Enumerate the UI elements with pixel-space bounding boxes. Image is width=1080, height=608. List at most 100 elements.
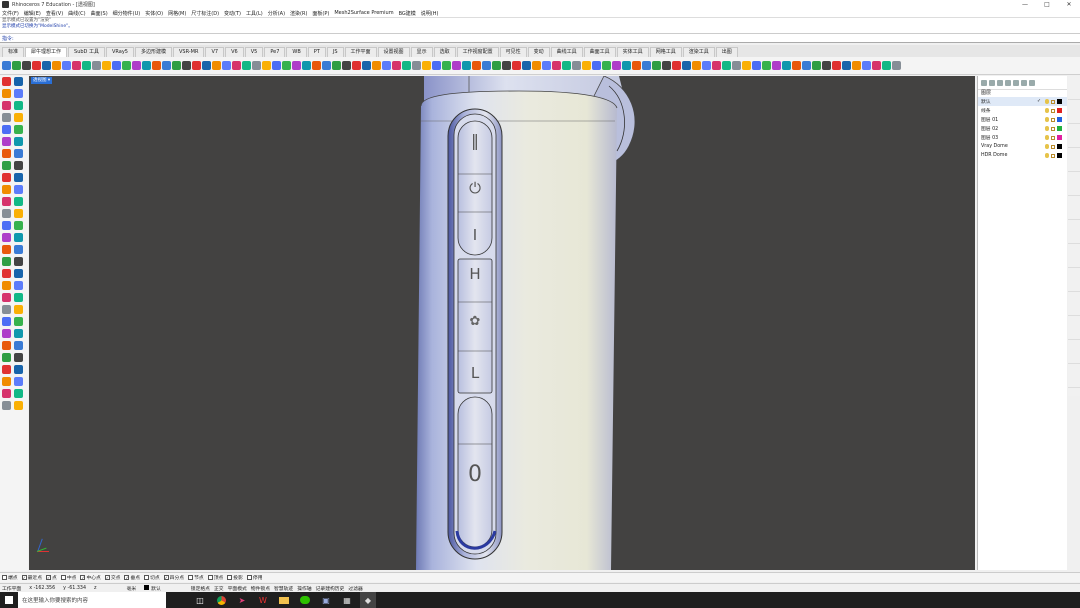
- osnap-checkbox[interactable]: ✓ 交点: [104, 574, 120, 581]
- toolbar-tab[interactable]: V7: [205, 47, 225, 57]
- left-tool-icon[interactable]: [14, 293, 23, 302]
- toolbar-tab[interactable]: 可见性: [499, 47, 527, 57]
- layer-row[interactable]: 默认 ✓: [978, 97, 1067, 106]
- toolbar-tab[interactable]: VSR-MR: [173, 47, 205, 57]
- left-tool-icon[interactable]: [14, 281, 23, 290]
- left-tool-icon[interactable]: [2, 161, 11, 170]
- toolbar-tool-icon[interactable]: [52, 61, 61, 70]
- menu-item[interactable]: 面板(P): [312, 10, 329, 17]
- paper-plane-icon[interactable]: ➤: [234, 592, 250, 608]
- left-tool-icon[interactable]: [2, 245, 11, 254]
- left-tool-icon[interactable]: [14, 305, 23, 314]
- lock-icon[interactable]: [1051, 99, 1055, 104]
- toolbar-tool-icon[interactable]: [712, 61, 721, 70]
- move-down-icon[interactable]: [1013, 79, 1019, 86]
- toolbar-tool-icon[interactable]: [672, 61, 681, 70]
- osnap-checkbox[interactable]: ✓ 点: [46, 574, 57, 581]
- left-tool-icon[interactable]: [2, 101, 11, 110]
- toolbar-tab[interactable]: 显示: [410, 47, 433, 57]
- lock-icon[interactable]: [1051, 144, 1055, 149]
- left-tool-icon[interactable]: [14, 77, 23, 86]
- toolbar-tool-icon[interactable]: [262, 61, 271, 70]
- left-tool-icon[interactable]: [2, 257, 11, 266]
- side-tab[interactable]: [1068, 172, 1080, 196]
- toolbar-tool-icon[interactable]: [852, 61, 861, 70]
- toolbar-tool-icon[interactable]: [42, 61, 51, 70]
- left-tool-icon[interactable]: [2, 173, 11, 182]
- layer-row[interactable]: 线条: [978, 106, 1067, 115]
- toolbar-tool-icon[interactable]: [242, 61, 251, 70]
- side-tab[interactable]: [1068, 100, 1080, 124]
- toolbar-tool-icon[interactable]: [352, 61, 361, 70]
- toolbar-tab[interactable]: V6: [225, 47, 244, 57]
- osnap-checkbox[interactable]: 切点: [144, 574, 160, 581]
- status-toggle[interactable]: 智慧轨迹: [274, 587, 293, 592]
- toolbar-tool-icon[interactable]: [872, 61, 881, 70]
- left-tool-icon[interactable]: [2, 185, 11, 194]
- left-tool-icon[interactable]: [2, 125, 11, 134]
- toolbar-tool-icon[interactable]: [392, 61, 401, 70]
- left-tool-icon[interactable]: [14, 389, 23, 398]
- left-tool-icon[interactable]: [2, 317, 11, 326]
- toolbar-tool-icon[interactable]: [682, 61, 691, 70]
- toolbar-tool-icon[interactable]: [462, 61, 471, 70]
- toolbar-tab[interactable]: 选取: [433, 47, 456, 57]
- new-layer-icon[interactable]: [981, 79, 987, 86]
- toolbar-tool-icon[interactable]: [162, 61, 171, 70]
- toolbar-tab[interactable]: 工作平面: [344, 47, 377, 57]
- visibility-bulb-icon[interactable]: [1045, 144, 1049, 149]
- menu-item[interactable]: 变动(T): [224, 10, 241, 17]
- side-tab[interactable]: [1068, 124, 1080, 148]
- left-tool-icon[interactable]: [14, 89, 23, 98]
- left-tool-icon[interactable]: [2, 377, 11, 386]
- media-icon[interactable]: ▦: [339, 592, 355, 608]
- toolbar-tool-icon[interactable]: [562, 61, 571, 70]
- left-tool-icon[interactable]: [14, 197, 23, 206]
- menu-item[interactable]: 实体(O): [145, 10, 163, 17]
- toolbar-tool-icon[interactable]: [412, 61, 421, 70]
- toolbar-tool-icon[interactable]: [72, 61, 81, 70]
- maximize-button[interactable]: □: [1036, 0, 1058, 9]
- toolbar-tab[interactable]: 犀牛理想工作: [25, 47, 68, 57]
- toolbar-tool-icon[interactable]: [192, 61, 201, 70]
- current-layer[interactable]: 默认: [144, 584, 161, 592]
- toolbar-tool-icon[interactable]: [332, 61, 341, 70]
- wps-icon[interactable]: W: [255, 592, 271, 608]
- task-view-icon[interactable]: ◫: [192, 592, 208, 608]
- toolbar-tool-icon[interactable]: [652, 61, 661, 70]
- toolbar-tool-icon[interactable]: [512, 61, 521, 70]
- toolbar-tab[interactable]: 实体工具: [616, 47, 649, 57]
- toolbar-tool-icon[interactable]: [882, 61, 891, 70]
- left-tool-icon[interactable]: [2, 365, 11, 374]
- left-tool-icon[interactable]: [2, 77, 11, 86]
- toolbar-tool-icon[interactable]: [432, 61, 441, 70]
- toolbar-tab[interactable]: JS: [326, 47, 344, 57]
- layer-row[interactable]: 图层 01: [978, 115, 1067, 124]
- toolbar-tool-icon[interactable]: [812, 61, 821, 70]
- toolbar-tool-icon[interactable]: [62, 61, 71, 70]
- side-tab[interactable]: [1068, 268, 1080, 292]
- left-tool-icon[interactable]: [2, 197, 11, 206]
- menu-item[interactable]: BG建模: [399, 10, 416, 17]
- left-tool-icon[interactable]: [2, 137, 11, 146]
- toolbar-tool-icon[interactable]: [322, 61, 331, 70]
- toolbar-tab[interactable]: 渲染工具: [682, 47, 715, 57]
- visibility-bulb-icon[interactable]: [1045, 135, 1049, 140]
- toolbar-tool-icon[interactable]: [132, 61, 141, 70]
- left-tool-icon[interactable]: [14, 401, 23, 410]
- menu-item[interactable]: 编辑(E): [24, 10, 41, 17]
- lock-icon[interactable]: [1051, 153, 1055, 158]
- toolbar-tool-icon[interactable]: [152, 61, 161, 70]
- left-tool-icon[interactable]: [2, 341, 11, 350]
- rhino-task-icon[interactable]: ◆: [360, 592, 376, 608]
- toolbar-tool-icon[interactable]: [662, 61, 671, 70]
- lock-icon[interactable]: [1051, 135, 1055, 140]
- osnap-checkbox[interactable]: 投影: [227, 574, 243, 581]
- osnap-checkbox[interactable]: ✓ 最近点: [21, 574, 42, 581]
- side-tab[interactable]: [1068, 148, 1080, 172]
- toolbar-tool-icon[interactable]: [552, 61, 561, 70]
- toolbar-tool-icon[interactable]: [122, 61, 131, 70]
- toolbar-tool-icon[interactable]: [252, 61, 261, 70]
- left-tool-icon[interactable]: [14, 377, 23, 386]
- toolbar-tool-icon[interactable]: [222, 61, 231, 70]
